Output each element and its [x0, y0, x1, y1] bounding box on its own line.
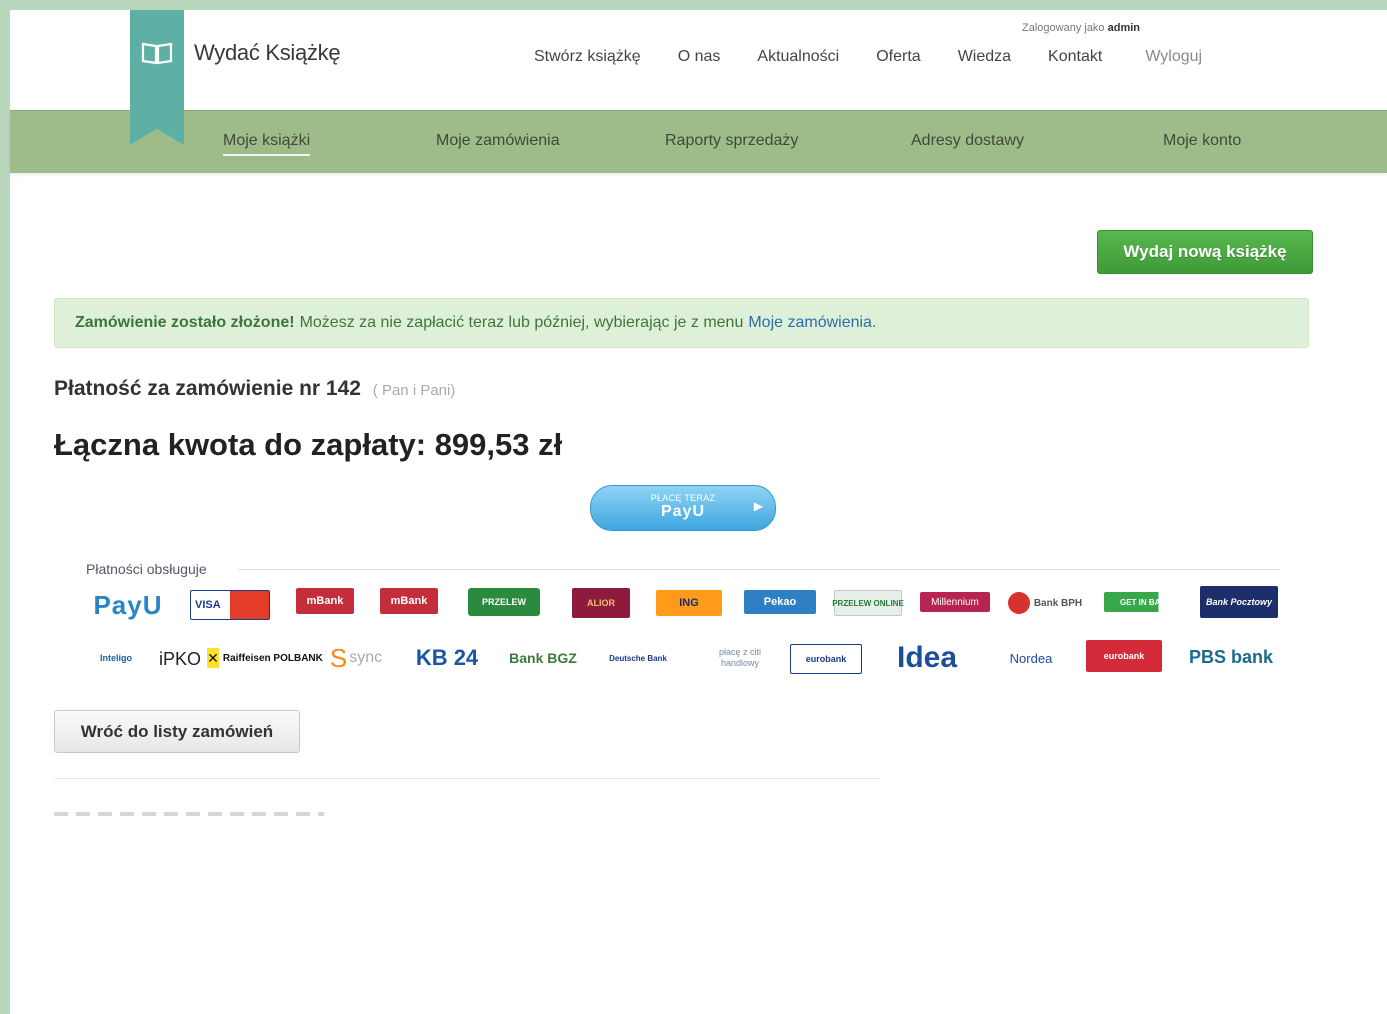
visa-mastercard-logo: VISA: [190, 590, 270, 620]
alior-logo: ALIOR: [572, 588, 630, 618]
raiffeisen-polbank-text: Raiffeisen POLBANK: [222, 652, 323, 664]
subnav-my-account[interactable]: Moje konto: [1163, 132, 1241, 150]
ing-logo: ING: [656, 590, 722, 616]
logged-in-prefix: Zalogowany jako: [1022, 22, 1105, 34]
inteligo-logo: Inteligo: [100, 653, 132, 663]
total-amount: Łączna kwota do zapłaty: 899,53 zł: [54, 427, 563, 462]
logged-in-user: admin: [1107, 22, 1141, 34]
subnav-my-orders[interactable]: Moje zamówienia: [436, 132, 560, 150]
page: Wydać Książkę Zalogowany jako admin Stwó…: [10, 10, 1387, 1014]
bank-pocztowy-logo: Bank Pocztowy: [1200, 586, 1278, 618]
nav-about[interactable]: O nas: [678, 48, 721, 66]
subnav-delivery-addresses[interactable]: Adresy dostawy: [911, 132, 1024, 150]
order-payment-title: Płatność za zamówienie nr 142 ( Pan i Pa…: [54, 377, 455, 401]
pay-now-payu-button[interactable]: PŁACĘ TERAZ PayU ▶: [590, 485, 776, 531]
open-book-icon: [140, 40, 174, 66]
alert-text: Możesz za nie zapłacić teraz lub później…: [299, 314, 744, 331]
payment-methods-divider: [238, 569, 1280, 570]
subnav-my-books[interactable]: Moje książki: [223, 132, 311, 156]
logout-link[interactable]: Wyloguj: [1145, 48, 1202, 66]
deutsche-bank-logo: Deutsche Bank: [609, 653, 667, 663]
pekao-logo: Pekao: [744, 590, 816, 614]
back-to-orders-button[interactable]: Wróć do listy zamówień: [54, 710, 300, 753]
subnav-sales-reports[interactable]: Raporty sprzedaży: [665, 132, 798, 150]
payu-logo: PayU: [93, 589, 163, 620]
mbank-mtransfer-logo: mBank: [296, 588, 354, 614]
raiffeisen-mark-icon: ✕: [207, 648, 219, 668]
order-success-alert: Zamówienie zostało złożone! Możesz za ni…: [54, 298, 1309, 348]
nav-news[interactable]: Aktualności: [757, 48, 839, 66]
bank-bph-text: Bank BPH: [1033, 597, 1083, 609]
order-customer: ( Pan i Pani): [372, 382, 456, 399]
przelew-logo: PRZELEW: [468, 588, 540, 616]
przelew-online-logo: PRZELEW ONLINE: [832, 590, 904, 616]
footer-divider: [54, 778, 880, 779]
nav-create-book[interactable]: Stwórz książkę: [534, 48, 641, 66]
pbs-bank-logo: PBS bank: [1188, 646, 1274, 667]
ipko-logo: iPKO: [158, 648, 201, 669]
publish-new-book-button[interactable]: Wydaj nową książkę: [1097, 230, 1313, 274]
sync-swirl-icon: S: [329, 642, 348, 673]
nav-offer[interactable]: Oferta: [876, 48, 920, 66]
header: Wydać Książkę Zalogowany jako admin Stwó…: [10, 10, 1387, 145]
millennium-logo: Millennium: [920, 592, 990, 612]
top-navigation: Stwórz książkę O nas Aktualności Oferta …: [534, 48, 1202, 66]
pay-now-label: PŁACĘ TERAZ: [650, 493, 716, 503]
logo-ribbon[interactable]: [130, 10, 184, 145]
idea-bank-logo: Idea: [896, 641, 958, 674]
bank-bph-mark-icon: [1007, 592, 1030, 614]
brand-name[interactable]: Wydać Książkę: [194, 40, 341, 66]
footer-text-cropped: [54, 812, 324, 816]
mbank-multitransfer-logo: mBank: [380, 588, 438, 614]
payment-methods-label: Płatności obsługuje: [86, 561, 207, 577]
bank-bph-logo: Bank BPH: [1006, 590, 1084, 616]
logged-in-info: Zalogowany jako admin: [1022, 22, 1140, 34]
arrow-right-icon: ▶: [753, 499, 763, 513]
sync-logo: Ssync: [324, 640, 388, 676]
payu-label: PayU: [660, 503, 706, 520]
sub-navigation: Moje książki Moje zamówienia Raporty spr…: [10, 110, 1387, 173]
alert-strong: Zamówienie zostało złożone!: [75, 314, 295, 331]
nordea-logo: Nordea: [1009, 650, 1053, 666]
eurobank-logo: eurobank: [1086, 640, 1162, 672]
bank-bgz-logo: Bank BGZ: [509, 650, 577, 666]
nav-contact[interactable]: Kontakt: [1048, 48, 1102, 66]
eurobank-przelew-logo: eurobank: [790, 644, 862, 674]
kb24-logo: KB 24: [415, 645, 479, 670]
citi-handlowy-logo: płacę z citi handlowy: [718, 647, 762, 668]
order-title-text: Płatność za zamówienie nr 142: [54, 377, 361, 400]
raiffeisen-polbank-logo: ✕ Raiffeisen POLBANK: [207, 644, 323, 672]
alert-end: .: [871, 314, 877, 331]
alert-my-orders-link[interactable]: Moje zamówienia: [748, 314, 872, 332]
sync-text: sync: [349, 649, 383, 666]
nav-knowledge[interactable]: Wiedza: [958, 48, 1011, 66]
get-in-bank-logo: GET IN BANK: [1104, 592, 1188, 612]
